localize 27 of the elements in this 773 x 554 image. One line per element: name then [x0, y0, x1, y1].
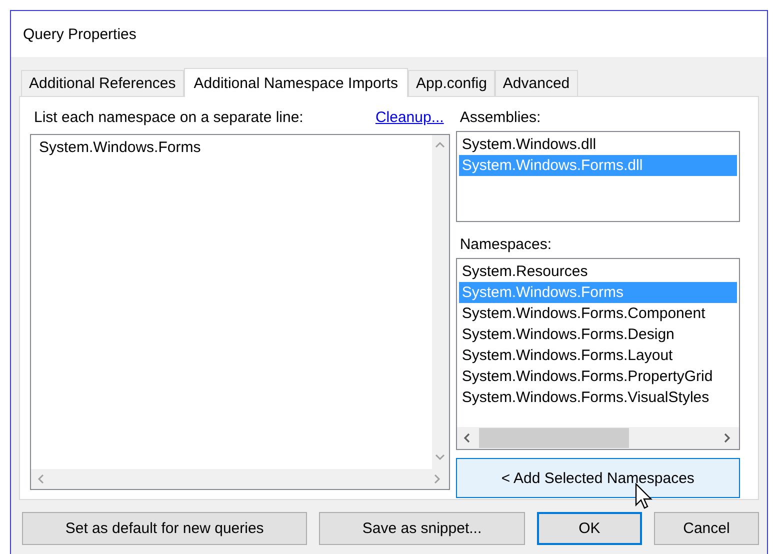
add-namespaces-button[interactable]: < Add Selected Namespaces [456, 458, 740, 498]
tab[interactable]: Advanced [494, 70, 578, 96]
list-item[interactable]: System.Resources [458, 261, 737, 282]
list-item[interactable]: System.Windows.Forms.Design [458, 324, 737, 345]
scroll-right-icon[interactable] [432, 474, 443, 484]
list-item[interactable]: System.Windows.dll [458, 134, 737, 155]
list-item[interactable]: System.Windows.Forms.PropertyGrid [458, 366, 737, 387]
dialog-button[interactable]: Save as snippet... [319, 512, 525, 545]
dialog-button[interactable]: Set as default for new queries [22, 512, 308, 545]
cleanup-link[interactable]: Cleanup... [375, 109, 444, 132]
window-title: Query Properties [23, 26, 136, 42]
scroll-down-icon[interactable] [435, 453, 446, 463]
dialog-button[interactable]: OK [536, 512, 642, 545]
dialog-button[interactable]: Cancel [654, 512, 759, 545]
list-item[interactable]: System.Windows.Forms.Component [458, 303, 737, 324]
editor-label: List each namespace on a separate line: [34, 109, 304, 128]
namespaces-label: Namespaces: [458, 236, 553, 255]
tab[interactable]: Additional Namespace Imports [184, 68, 408, 97]
list-item[interactable]: System.Windows.Forms.VisualStyles [458, 387, 737, 408]
tab[interactable]: App.config [408, 70, 495, 96]
scrollbar-thumb[interactable] [478, 428, 629, 448]
scroll-right-icon[interactable] [723, 433, 733, 443]
namespace-editor[interactable]: System.Windows.Forms [30, 134, 450, 490]
assemblies-label: Assemblies: [458, 109, 542, 128]
list-item[interactable]: System.Windows.Forms.Layout [458, 345, 737, 366]
editor-line: System.Windows.Forms [39, 139, 202, 158]
tab[interactable]: Additional References [21, 70, 184, 96]
